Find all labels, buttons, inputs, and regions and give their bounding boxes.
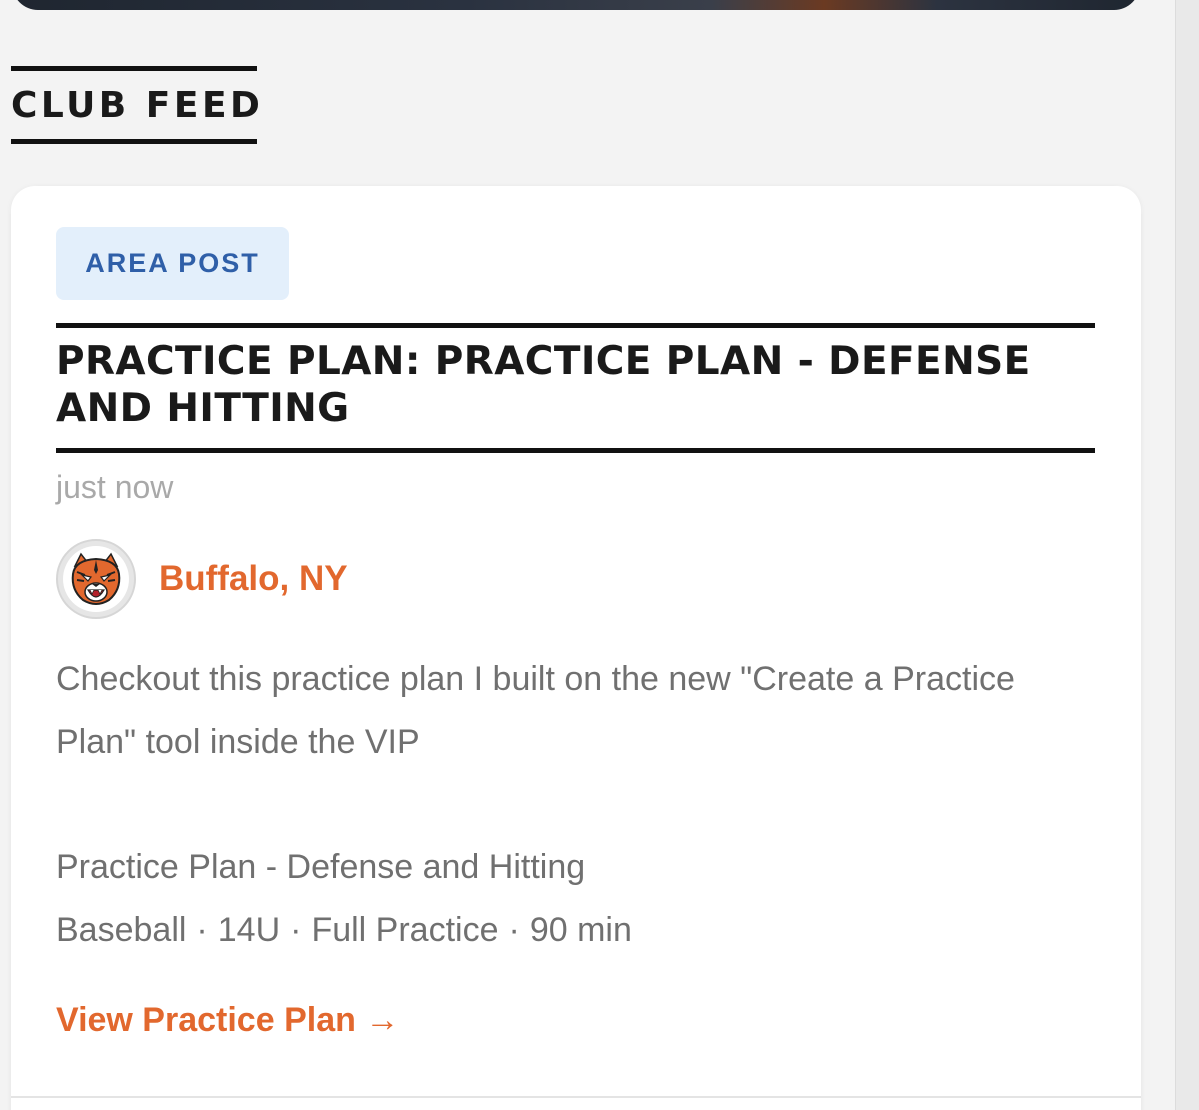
post-body: Checkout this practice plan I built on t… — [56, 660, 1015, 761]
meta-separator: · — [508, 911, 520, 949]
plan-name: Practice Plan - Defense and Hitting — [56, 848, 586, 886]
plan-type: Full Practice — [311, 911, 499, 949]
section-title: CLUB FEED — [11, 84, 264, 126]
scrollbar-gutter — [1175, 0, 1199, 1110]
post-type-badge: AREA POST — [56, 227, 289, 300]
post-title-block: PRACTICE PLAN: PRACTICE PLAN - DEFENSE A… — [56, 323, 1095, 453]
meta-separator: · — [196, 911, 208, 949]
section-heading: CLUB FEED — [11, 66, 260, 144]
hero-image-edge[interactable] — [12, 0, 1140, 10]
post-author[interactable]: Buffalo, NY — [56, 539, 348, 619]
plan-sport: Baseball — [56, 911, 187, 949]
plan-age-group: 14U — [217, 911, 281, 949]
post-title: PRACTICE PLAN: PRACTICE PLAN - DEFENSE A… — [56, 339, 1031, 431]
post-card: AREA POST PRACTICE PLAN: PRACTICE PLAN -… — [11, 186, 1141, 1110]
plan-duration: 90 min — [529, 911, 632, 949]
page: CLUB FEED AREA POST PRACTICE PLAN: PRACT… — [0, 0, 1199, 1110]
tiger-mascot-icon — [63, 546, 129, 612]
plan-meta: Baseball · 14U · Full Practice · 90 min — [56, 899, 632, 962]
avatar[interactable] — [56, 539, 136, 619]
meta-separator: · — [290, 911, 302, 949]
post-timestamp: just now — [56, 469, 174, 505]
badge-label: AREA POST — [85, 248, 260, 278]
card-divider — [11, 1096, 1141, 1098]
author-name[interactable]: Buffalo, NY — [159, 559, 348, 599]
view-practice-plan-link[interactable]: View Practice Plan → — [56, 1001, 399, 1040]
practice-plan-summary: Practice Plan - Defense and Hitting Base… — [56, 836, 632, 962]
